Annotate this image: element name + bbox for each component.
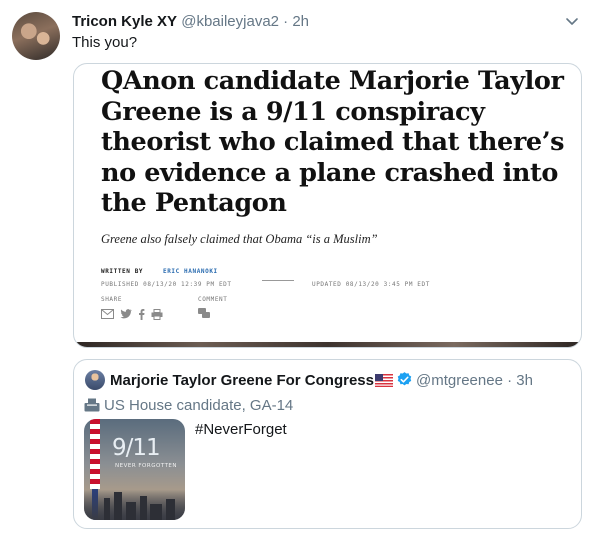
thumb-subtitle: NEVER FORGOTTEN — [115, 463, 178, 469]
quoted-header: Marjorie Taylor Greene For Congress @mtg… — [110, 371, 533, 389]
quoted-image-thumbnail[interactable]: 9/11 NEVER FORGOTTEN — [84, 419, 185, 520]
article-subhead: Greene also falsely claimed that Obama “… — [101, 232, 378, 246]
share-icons — [101, 308, 163, 320]
article-author: ERIC HANANOKI — [163, 268, 218, 275]
candidate-label: US House candidate, GA-14 — [84, 397, 293, 414]
email-icon — [101, 309, 114, 319]
twitter-icon — [120, 309, 132, 319]
tweet-text: This you? — [72, 34, 138, 51]
ballot-box-icon — [84, 398, 100, 412]
divider — [262, 280, 294, 281]
print-icon — [151, 308, 163, 320]
quoted-author-name[interactable]: Marjorie Taylor Greene For Congress — [110, 372, 374, 389]
city-skyline — [84, 490, 185, 520]
chevron-down-icon[interactable] — [565, 14, 579, 28]
author-handle[interactable]: @kbaileyjava2 — [181, 13, 279, 30]
quoted-avatar[interactable] — [85, 370, 105, 390]
verified-badge-icon — [397, 372, 412, 386]
updated-date: UPDATED 08/13/20 3:45 PM EDT — [312, 281, 430, 288]
flag-stripes — [90, 419, 100, 489]
tweet-time[interactable]: 2h — [292, 13, 309, 30]
attached-article-image[interactable]: QAnon candidate Marjorie Taylor Greene i… — [73, 63, 582, 348]
thumb-title: 9/11 — [112, 435, 161, 461]
meta-separator: · — [283, 13, 289, 30]
us-flag-icon — [374, 374, 393, 387]
quoted-handle[interactable]: @mtgreenee — [416, 372, 503, 389]
written-by-label: WRITTEN BY — [101, 268, 144, 275]
tweet-header: Tricon Kyle XY @kbaileyjava2 · 2h — [72, 13, 581, 33]
comment-label: COMMENT — [198, 296, 228, 303]
author-avatar[interactable] — [12, 12, 60, 60]
quoted-separator: · — [507, 372, 513, 389]
image-bottom-strip — [74, 342, 581, 347]
quoted-time[interactable]: 3h — [516, 372, 533, 389]
published-date: PUBLISHED 08/13/20 12:39 PM EDT — [101, 281, 232, 288]
quoted-tweet-text: #NeverForget — [195, 421, 287, 438]
comment-icon — [198, 308, 210, 318]
article-headline: QAnon candidate Marjorie Taylor Greene i… — [101, 66, 565, 218]
share-label: SHARE — [101, 296, 123, 303]
quoted-tweet[interactable]: Marjorie Taylor Greene For Congress @mtg… — [73, 359, 582, 529]
candidate-label-text: US House candidate, GA-14 — [104, 397, 294, 414]
author-name[interactable]: Tricon Kyle XY — [72, 13, 177, 30]
facebook-icon — [139, 308, 145, 320]
